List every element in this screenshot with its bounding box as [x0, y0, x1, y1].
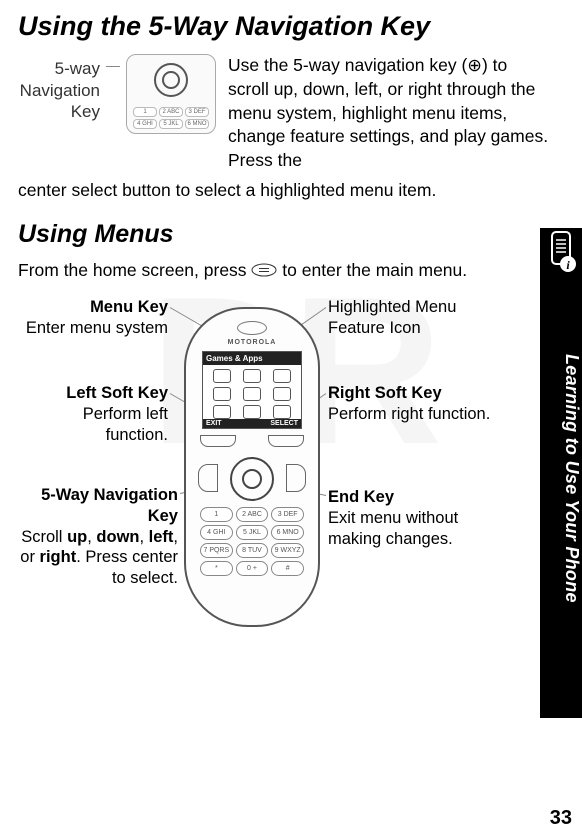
nav-center-icon [242, 469, 262, 489]
label-left-soft: Left Soft Key Perform left function. [18, 383, 168, 445]
label-end-key-title: End Key [328, 488, 394, 506]
menu-icon [243, 369, 261, 383]
key-9: 9 WXYZ [271, 543, 304, 558]
intro-left: 5-way Navigation Key 12 ABC3 DEF 4 GHI5 … [18, 54, 218, 172]
heading-2: Using Menus [18, 220, 552, 249]
menus-before: From the home screen, press [18, 260, 251, 280]
menus-instruction: From the home screen, press to enter the… [18, 259, 552, 283]
key-hash: # [271, 561, 304, 576]
key-1: 1 [200, 507, 233, 522]
earpiece-icon [237, 321, 267, 335]
menu-icon [273, 405, 291, 419]
end-key-icon [286, 464, 306, 492]
menus-after: to enter the main menu. [282, 260, 467, 280]
page-number: 33 [550, 807, 572, 830]
side-tab-text: Learning to Use Your Phone [540, 288, 582, 668]
key-3: 3 DEF [271, 507, 304, 522]
label-right-soft-title: Right Soft Key [328, 384, 442, 402]
soft-label-left: EXIT [206, 420, 222, 427]
key-5: 5 JKL [236, 525, 269, 540]
label-5way: 5-Way Navigation Key Scroll up, down, le… [18, 485, 178, 588]
label-right-soft-desc: Perform right function. [328, 405, 490, 423]
menu-key-icon [251, 260, 277, 284]
menu-icon-grid [203, 365, 301, 423]
menu-icon [243, 405, 261, 419]
label-menu-key-desc: Enter menu system [26, 319, 168, 337]
phone-brand: MOTOROLA [186, 339, 318, 346]
key-7: 7 PQRS [200, 543, 233, 558]
intro-paragraph-cont: center select button to select a highlig… [18, 179, 552, 203]
heading-1: Using the 5-Way Navigation Key [18, 10, 552, 42]
label-highlight-text: Highlighted Menu Feature Icon [328, 298, 456, 337]
key-4: 4 GHI [200, 525, 233, 540]
screen-title: Games & Apps [203, 352, 301, 365]
menu-key-icon [198, 464, 218, 492]
mini-phone-illustration: 12 ABC3 DEF 4 GHI5 JKL6 MNO [126, 54, 216, 134]
label-5way-title: 5-Way Navigation Key [41, 486, 178, 525]
page-content: Using the 5-Way Navigation Key 5-way Nav… [0, 0, 582, 657]
label-5way-desc: Scroll up, down, left, or right. Press c… [20, 528, 178, 587]
side-tab: i Learning to Use Your Phone [540, 228, 582, 718]
label-highlight: Highlighted Menu Feature Icon [328, 297, 498, 338]
menu-icon [273, 387, 291, 401]
label-end-key-desc: Exit menu without making changes. [328, 509, 458, 548]
menu-icon [213, 405, 231, 419]
menu-icon [273, 369, 291, 383]
phone-screen: Games & Apps EXIT SELECT [202, 351, 302, 429]
key-star: * [200, 561, 233, 576]
callout-5way-label: 5-way Navigation Key [18, 54, 100, 122]
phone-info-icon: i [544, 230, 578, 279]
label-end-key: End Key Exit menu without making changes… [328, 487, 508, 549]
right-soft-key-icon [268, 435, 304, 447]
key-8: 8 TUV [236, 543, 269, 558]
keypad: 1 2 ABC 3 DEF 4 GHI 5 JKL 6 MNO 7 PQRS 8… [200, 507, 304, 576]
menu-icon [243, 387, 261, 401]
left-soft-key-icon [200, 435, 236, 447]
label-right-soft: Right Soft Key Perform right function. [328, 383, 508, 424]
menu-icon [213, 369, 231, 383]
key-0: 0 + [236, 561, 269, 576]
intro-block: 5-way Navigation Key 12 ABC3 DEF 4 GHI5 … [18, 54, 552, 172]
label-menu-key: Menu Key Enter menu system [18, 297, 168, 338]
phone-illustration: MOTOROLA Games & Apps EXIT SELECT [184, 307, 320, 627]
key-6: 6 MNO [271, 525, 304, 540]
soft-label-right: SELECT [270, 420, 298, 427]
phone-diagram: Menu Key Enter menu system Left Soft Key… [18, 297, 552, 647]
key-2: 2 ABC [236, 507, 269, 522]
label-menu-key-title: Menu Key [90, 298, 168, 316]
label-left-soft-desc: Perform left function. [83, 405, 168, 444]
menu-icon [213, 387, 231, 401]
callout-leader-line [106, 66, 120, 67]
soft-keys [200, 435, 304, 453]
label-left-soft-title: Left Soft Key [66, 384, 168, 402]
nav-center-icon [162, 71, 180, 89]
intro-paragraph: Use the 5-way navigation key (⊕) to scro… [228, 54, 552, 172]
